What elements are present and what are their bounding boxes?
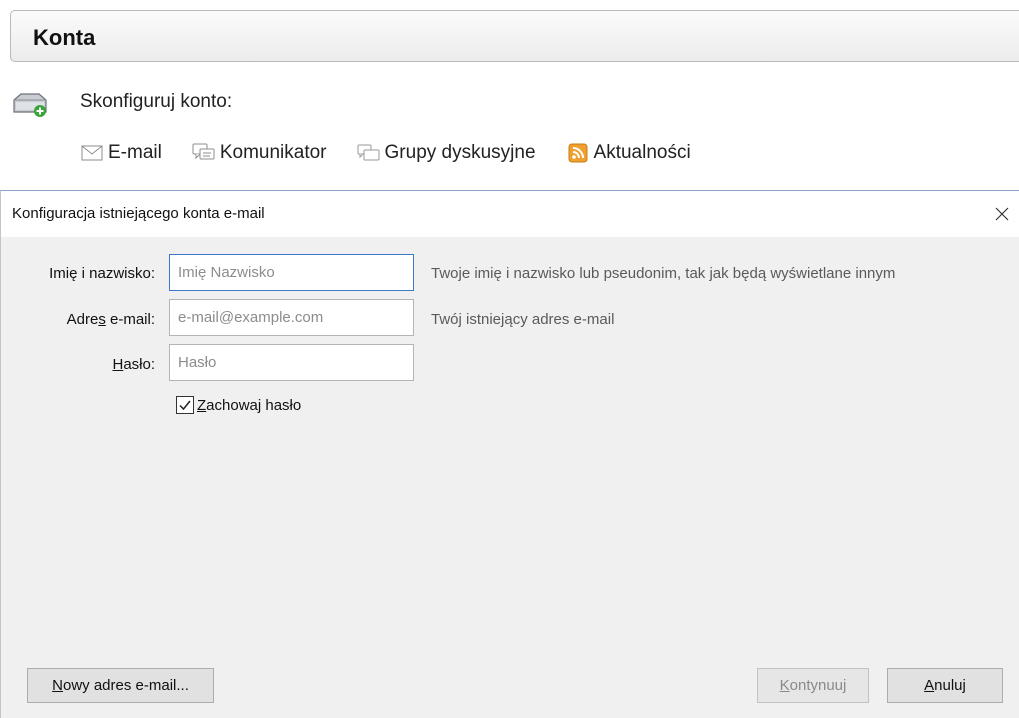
checkmark-icon — [179, 400, 191, 411]
password-label-post: asło: — [123, 356, 155, 373]
email-label: Adres e-mail: — [5, 311, 155, 328]
setup-link-feeds-label: Aktualności — [593, 142, 691, 163]
setup-link-email-label: E-mail — [108, 142, 162, 163]
cancel-accel: A — [924, 677, 935, 694]
name-label-text: Imię i nazwisko: — [49, 265, 155, 282]
close-icon[interactable] — [989, 201, 1015, 227]
remember-password-checkbox[interactable]: Zachowaj hasło — [176, 396, 301, 414]
setup-link-feeds[interactable]: Aktualności — [566, 142, 691, 164]
password-label: Hasło: — [5, 356, 155, 373]
new-email-address-label: owy adres e-mail... — [62, 677, 189, 694]
account-setup-dialog: Konfiguracja istniejącego konta e-mail I… — [0, 190, 1019, 718]
cancel-button[interactable]: Anuluj — [887, 668, 1003, 703]
setup-link-chat-label: Komunikator — [219, 142, 327, 163]
dialog-title: Konfiguracja istniejącego konta e-mail — [12, 205, 265, 222]
remember-password-label-post: achowaj hasło — [206, 396, 302, 414]
checkbox-box[interactable] — [176, 396, 194, 414]
envelope-icon — [80, 143, 104, 163]
new-email-address-button[interactable]: Nowy adres e-mail... — [27, 668, 214, 703]
email-hint: Twój istniejący adres e-mail — [431, 311, 615, 328]
continue-label: ontynuuj — [789, 677, 847, 694]
continue-accel: K — [779, 677, 790, 694]
setup-account-links: E-mail Komunikator Grupy dyskusyjne Aktu… — [80, 142, 721, 164]
newsgroup-icon — [357, 143, 381, 163]
email-input[interactable] — [169, 299, 414, 336]
dialog-titlebar[interactable]: Konfiguracja istniejącego konta e-mail — [1, 191, 1019, 237]
accounts-header: Konta — [10, 10, 1019, 62]
rss-feed-icon — [566, 143, 590, 163]
password-input[interactable] — [169, 344, 414, 381]
remember-password-accel: Z — [197, 396, 207, 414]
setup-link-newsgroups[interactable]: Grupy dyskusyjne — [357, 142, 536, 164]
setup-link-chat[interactable]: Komunikator — [192, 142, 327, 164]
chat-icon — [192, 143, 216, 163]
setup-account-label: Skonfiguruj konto: — [80, 91, 233, 112]
email-label-post: e-mail: — [105, 311, 155, 328]
email-label-accel: s — [98, 311, 106, 328]
page-title: Konta — [33, 25, 96, 50]
name-hint: Twoje imię i nazwisko lub pseudonim, tak… — [431, 265, 896, 282]
new-email-address-accel: N — [52, 677, 63, 694]
name-label: Imię i nazwisko: — [5, 265, 155, 282]
setup-link-newsgroups-label: Grupy dyskusyjne — [384, 142, 536, 163]
remember-password-label: Zachowaj hasło — [197, 397, 301, 414]
add-account-icon — [13, 93, 47, 117]
continue-button[interactable]: Kontynuuj — [757, 668, 869, 703]
email-label-pre: Adre — [66, 311, 99, 328]
setup-link-email[interactable]: E-mail — [80, 142, 162, 164]
password-label-accel: H — [112, 356, 124, 373]
name-input[interactable] — [169, 254, 414, 291]
cancel-label: nuluj — [934, 677, 966, 694]
